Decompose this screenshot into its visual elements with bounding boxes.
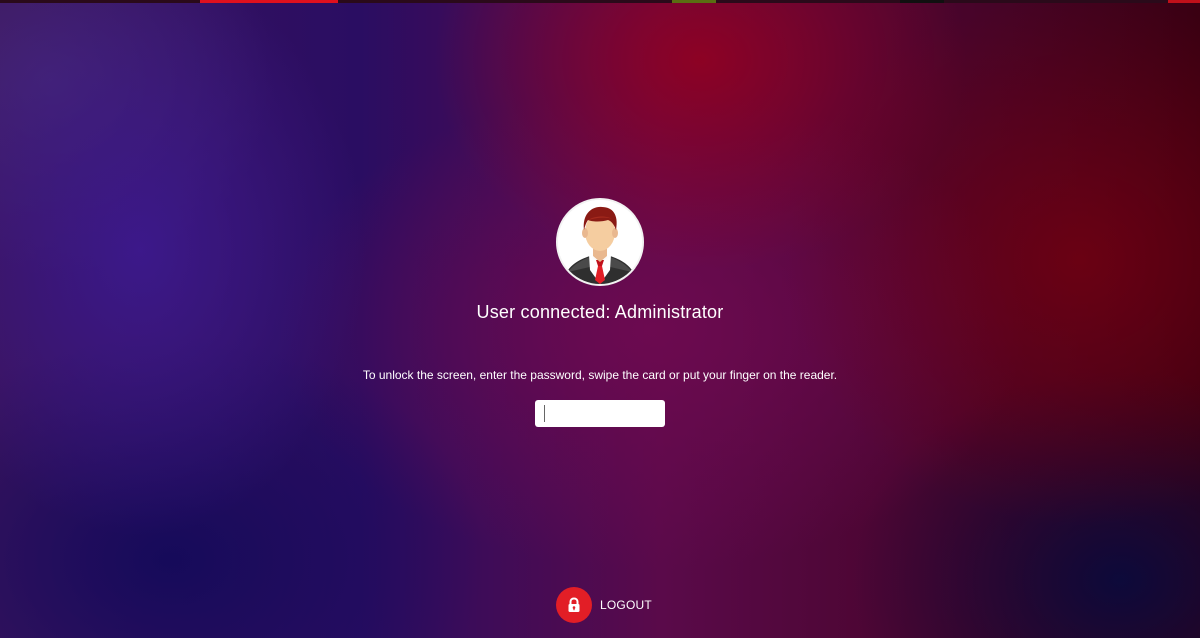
lock-icon [556,587,592,623]
top-status-strip [0,0,1200,3]
lock-screen: User connected: Administrator To unlock … [0,0,1200,638]
text-caret [544,405,545,422]
user-avatar-icon [556,198,644,286]
unlock-instructions: To unlock the screen, enter the password… [362,368,838,382]
logout-label: LOGOUT [600,598,652,612]
password-input[interactable] [535,400,665,427]
logout-button[interactable]: LOGOUT [556,587,652,623]
user-connected-title: User connected: Administrator [476,302,724,322]
